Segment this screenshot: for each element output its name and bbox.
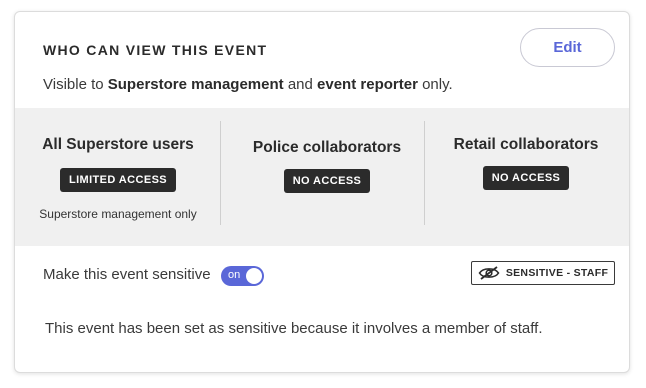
toggle-state-text: on [228, 269, 241, 281]
visibility-middle: and [283, 76, 318, 93]
access-column-retail: Retail collaborators NO ACCESS [431, 108, 621, 246]
access-column-heading: Police collaborators [252, 139, 402, 156]
access-column-note: Superstore management only [39, 207, 197, 221]
access-column-police: Police collaborators NO ACCESS [227, 108, 427, 246]
sensitive-staff-badge: SENSITIVE - STAFF [471, 261, 615, 285]
column-divider [424, 121, 425, 225]
access-badge: NO ACCESS [482, 166, 570, 190]
sensitive-toggle-label: Make this event sensitive [43, 266, 211, 283]
access-column-superstore-users: All Superstore users LIMITED ACCESS Supe… [23, 108, 213, 246]
access-badge: NO ACCESS [283, 169, 371, 193]
sensitive-badge-label: SENSITIVE - STAFF [505, 267, 609, 279]
eye-slash-icon [478, 266, 500, 280]
card-title: WHO CAN VIEW THIS EVENT [43, 42, 268, 58]
visibility-prefix: Visible to [43, 76, 108, 93]
event-visibility-card: WHO CAN VIEW THIS EVENT Edit Visible to … [14, 11, 630, 373]
toggle-knob [246, 268, 262, 284]
access-badge: LIMITED ACCESS [59, 168, 177, 192]
visibility-group-management: Superstore management [107, 76, 284, 93]
column-divider [220, 121, 221, 225]
access-column-heading: Retail collaborators [453, 136, 599, 153]
access-column-heading: All Superstore users [42, 136, 194, 153]
edit-button[interactable]: Edit [520, 28, 615, 67]
visibility-suffix: only. [417, 76, 453, 93]
sensitive-toggle[interactable]: on [221, 266, 264, 286]
access-panel: All Superstore users LIMITED ACCESS Supe… [15, 108, 629, 246]
visibility-group-reporter: event reporter [317, 76, 418, 93]
sensitivity-note: This event has been set as sensitive bec… [45, 320, 543, 337]
visibility-summary: Visible to Superstore management and eve… [43, 76, 453, 93]
